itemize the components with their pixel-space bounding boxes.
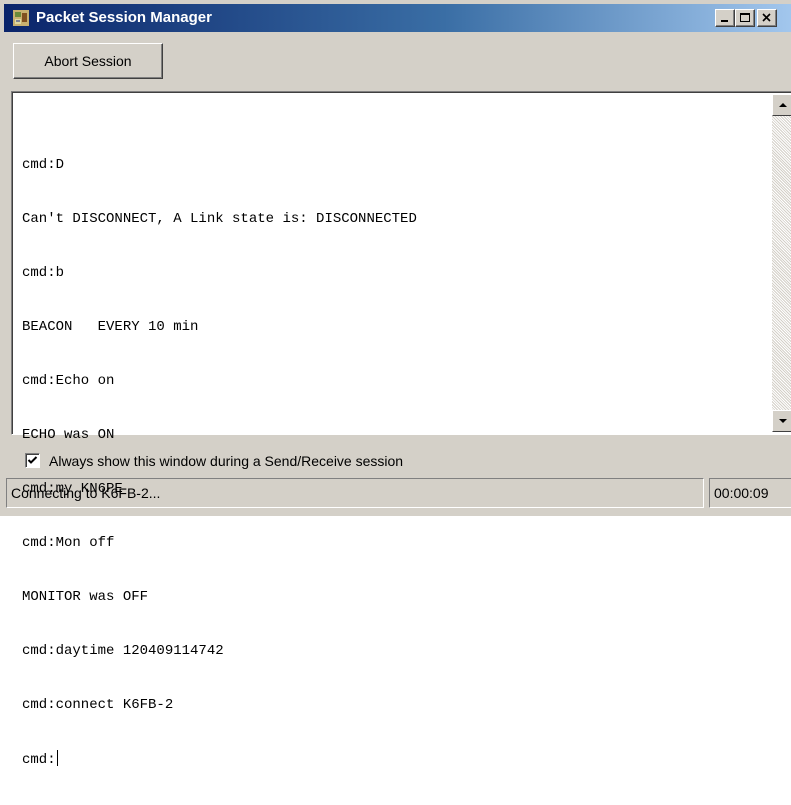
console-prompt: cmd: [22, 752, 56, 768]
elapsed-timer: 00:00:09 [709, 478, 791, 508]
vertical-scrollbar[interactable] [772, 94, 791, 432]
packet-radio-icon [12, 9, 30, 27]
minimize-icon [721, 20, 728, 22]
console-line: BEACON EVERY 10 min [22, 319, 199, 335]
maximize-icon [740, 13, 750, 22]
console-line: Can't DISCONNECT, A Link state is: DISCO… [22, 211, 417, 227]
always-show-label: Always show this window during a Send/Re… [49, 453, 404, 469]
console-line: cmd:connect K6FB-2 [22, 697, 174, 713]
arrow-down-icon [779, 419, 787, 423]
packet-session-manager-window: Packet Session Manager Abort Session cmd… [0, 0, 791, 768]
console-prompt-line[interactable]: cmd: [22, 750, 417, 769]
console-line: cmd:Echo on [22, 373, 115, 389]
session-console[interactable]: cmd:D Can't DISCONNECT, A Link state is:… [11, 91, 791, 768]
window-title: Packet Session Manager [36, 9, 212, 26]
console-line: cmd:daytime 120409114742 [22, 643, 224, 659]
console-line: MONITOR was OFF [22, 589, 149, 605]
checkmark-icon [27, 456, 38, 464]
scroll-up-button[interactable] [772, 94, 791, 116]
console-line: ECHO was ON [22, 427, 115, 443]
arrow-up-icon [779, 103, 787, 107]
minimize-button[interactable] [715, 9, 735, 27]
always-show-checkbox[interactable] [25, 453, 40, 468]
console-line: cmd:Mon off [22, 535, 115, 551]
scroll-down-button[interactable] [772, 410, 791, 432]
title-bar[interactable]: Packet Session Manager [4, 4, 791, 32]
close-icon [762, 13, 771, 22]
abort-session-button[interactable]: Abort Session [13, 43, 163, 79]
maximize-button[interactable] [735, 9, 755, 27]
text-caret [56, 750, 58, 766]
status-message: Connecting to K6FB-2... [6, 478, 704, 508]
console-line: cmd:D [22, 157, 65, 173]
close-button[interactable] [757, 9, 777, 27]
console-line: cmd:b [22, 265, 65, 281]
